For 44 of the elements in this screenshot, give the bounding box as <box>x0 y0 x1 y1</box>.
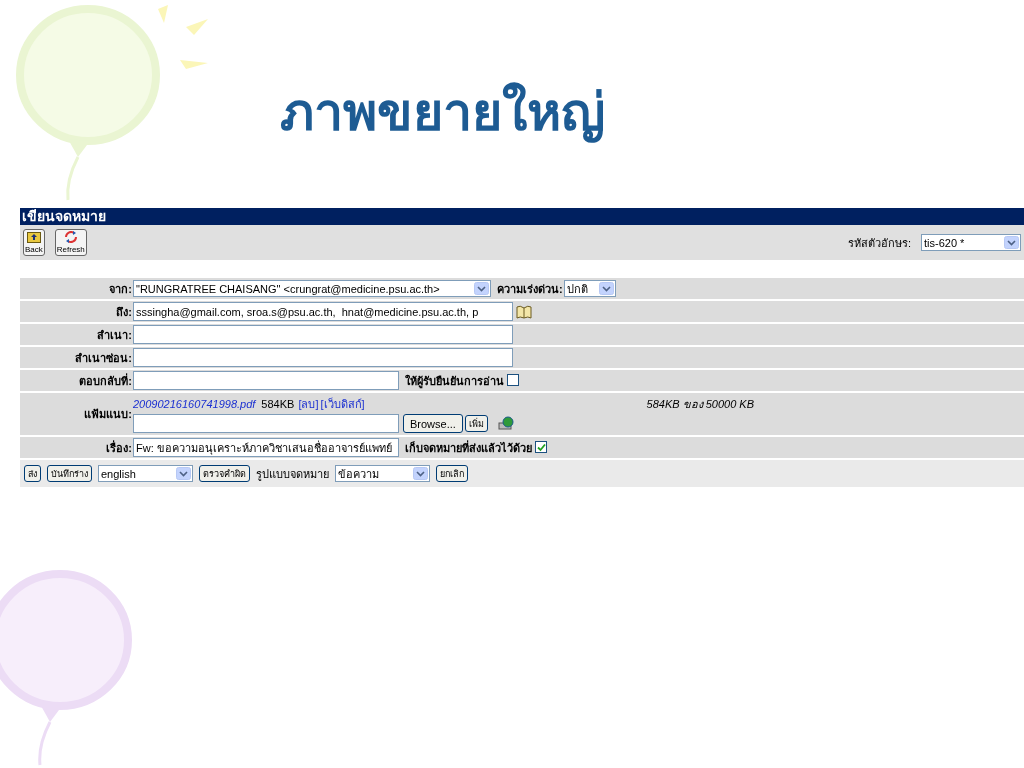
spark-drawing <box>158 5 208 69</box>
input-field[interactable] <box>133 325 513 344</box>
delete-link[interactable]: [ลบ] <box>298 395 319 413</box>
input-field[interactable] <box>133 348 513 367</box>
form-button[interactable]: ตรวจคำผิด <box>199 465 250 482</box>
globe-printer-icon[interactable] <box>497 416 514 431</box>
dropdown-select[interactable]: ข้อความ <box>335 465 430 482</box>
charset-select[interactable]: tis-620 * <box>921 234 1021 251</box>
field-label: จาก: <box>108 281 133 297</box>
field-label: สำเนา: <box>96 327 133 343</box>
checkbox[interactable] <box>535 441 547 454</box>
field-label: เรื่อง: <box>105 439 133 456</box>
web-disk-link[interactable]: [เว็บดิสก์] <box>320 395 365 413</box>
format-label: รูปแบบจดหมาย <box>256 466 329 483</box>
form-button[interactable]: บันทึกร่าง <box>47 465 92 482</box>
input-field[interactable]: sssingha@gmail.com, sroa.s@psu.ac.th, hnat@medicine.psu.ac.th, p <box>133 302 513 321</box>
field-label: ตอบกลับที่: <box>78 372 133 389</box>
checkbox-label: เก็บจดหมายที่ส่งแล้วไว้ด้วย <box>405 439 532 456</box>
checkbox[interactable] <box>507 373 519 386</box>
field-label: ความเร่งด่วน: <box>497 281 563 297</box>
panel-title: เขียนจดหมาย <box>20 208 1024 225</box>
toolbar-button[interactable]: Back <box>23 229 45 256</box>
charset-label: รหัสตัวอักษร: <box>847 235 911 251</box>
add-button[interactable]: เพิ่ม <box>464 415 488 432</box>
browse-button[interactable]: Browse... <box>403 414 463 433</box>
input-field[interactable]: Fw: ขอความอนุเคราะห์ภาควิชาเสนอชื่ออาจารย์แพทย์ <box>133 438 399 457</box>
file-input-field[interactable] <box>133 414 399 433</box>
priority-select[interactable]: ปกติ <box>563 280 616 297</box>
sender-select[interactable]: "RUNGRATREE CHAISANG" <crungrat@medicine.psu.ac.th> <box>133 280 491 297</box>
file-size: 584KB <box>261 398 295 410</box>
address-book-icon[interactable] <box>516 304 532 319</box>
slide-title: ภาพขยายใหญ่ <box>280 81 605 145</box>
file-link[interactable]: 20090216160741998.pdf <box>133 398 256 410</box>
form-button[interactable]: ยกเลิก <box>436 465 468 482</box>
form-button[interactable]: ส่ง <box>24 465 41 482</box>
checkbox-label: ให้ผู้รับยืนยันการอ่าน <box>405 373 504 390</box>
refresh-icon <box>63 231 78 243</box>
field-label: ถึง: <box>115 304 133 320</box>
dropdown-select[interactable]: english <box>98 465 193 482</box>
field-label: แฟ้มแนบ: <box>83 407 133 422</box>
toolbar-button[interactable]: Refresh <box>54 229 87 256</box>
quota-text: 584KB ของ 50000 KB <box>646 397 754 412</box>
field-label: สำเนาซ่อน: <box>74 350 133 366</box>
input-field[interactable] <box>133 371 399 390</box>
